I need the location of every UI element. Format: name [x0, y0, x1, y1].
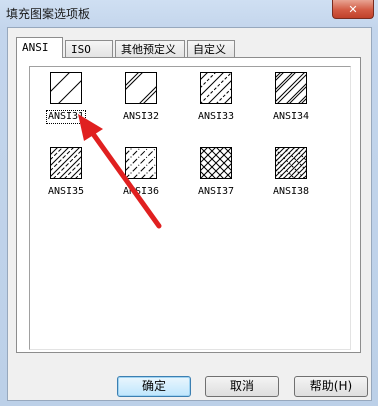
pattern-ansi34-label: ANSI34 — [272, 111, 310, 122]
pattern-ansi32[interactable]: ANSI32 — [111, 72, 171, 126]
pattern-ansi37-label: ANSI37 — [197, 186, 235, 197]
window-title: 填充图案选项板 — [6, 7, 91, 21]
pattern-ansi33-preview — [200, 72, 232, 104]
pattern-ansi35-preview — [50, 147, 82, 179]
pattern-ansi34[interactable]: ANSI34 — [261, 72, 321, 126]
pattern-ansi32-preview — [125, 72, 157, 104]
pattern-panel: ANSI31 ANSI32 ANSI33 ANSI34 ANSI35 ANSI3… — [16, 57, 361, 353]
pattern-ansi36-label: ANSI36 — [122, 186, 160, 197]
dialog-client-area: ANSI ISO 其他预定义 自定义 ANSI31 ANSI32 ANSI33 … — [7, 27, 372, 401]
pattern-ansi36[interactable]: ANSI36 — [111, 147, 171, 201]
pattern-ansi38-label: ANSI38 — [272, 186, 310, 197]
pattern-ansi33[interactable]: ANSI33 — [186, 72, 246, 126]
pattern-ansi31-preview — [50, 72, 82, 104]
cancel-button[interactable]: 取消 — [205, 376, 279, 397]
help-button[interactable]: 帮助(H) — [294, 376, 368, 397]
tab-ansi[interactable]: ANSI — [16, 37, 63, 58]
close-button[interactable]: ✕ — [332, 0, 374, 19]
pattern-ansi31[interactable]: ANSI31 — [36, 72, 96, 126]
pattern-ansi38-preview — [275, 147, 307, 179]
pattern-ansi37[interactable]: ANSI37 — [186, 147, 246, 201]
pattern-ansi38[interactable]: ANSI38 — [261, 147, 321, 201]
pattern-ansi32-label: ANSI32 — [122, 111, 160, 122]
ok-button[interactable]: 确定 — [117, 376, 191, 397]
pattern-ansi36-preview — [125, 147, 157, 179]
tab-custom[interactable]: 自定义 — [187, 40, 235, 57]
pattern-ansi37-preview — [200, 147, 232, 179]
pattern-ansi35-label: ANSI35 — [47, 186, 85, 197]
pattern-ansi31-label: ANSI31 — [45, 110, 87, 124]
pattern-ansi33-label: ANSI33 — [197, 111, 235, 122]
pattern-ansi35[interactable]: ANSI35 — [36, 147, 96, 201]
tab-iso[interactable]: ISO — [65, 40, 113, 57]
title-bar[interactable]: 填充图案选项板 ✕ — [0, 0, 378, 26]
pattern-ansi34-preview — [275, 72, 307, 104]
close-icon: ✕ — [348, 2, 358, 16]
tab-other-predefined[interactable]: 其他预定义 — [115, 40, 185, 57]
dialog-window: 填充图案选项板 ✕ ANSI ISO 其他预定义 自定义 ANSI31 ANSI… — [0, 0, 378, 406]
pattern-grid: ANSI31 ANSI32 ANSI33 ANSI34 ANSI35 ANSI3… — [29, 66, 351, 350]
